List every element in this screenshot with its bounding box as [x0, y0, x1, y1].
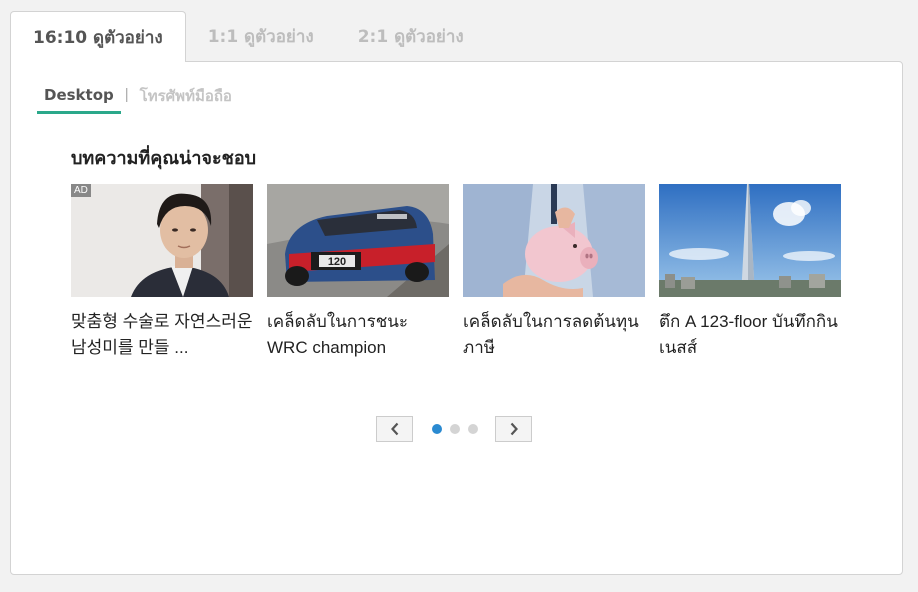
article-thumbnail-man-portrait[interactable]: AD — [71, 184, 253, 297]
article-title[interactable]: 맞춤형 수술로 자연스러운 남성미를 만들 ... — [71, 309, 257, 361]
svg-text:120: 120 — [328, 256, 346, 268]
page-dots — [432, 424, 478, 434]
section-heading: บทความที่คุณน่าจะชอบ — [71, 148, 257, 169]
ad-badge: AD — [71, 184, 91, 197]
article-title[interactable]: เคล็ดลับในการลดต้นทุนภาษี — [463, 309, 649, 361]
article-cards: AD 맞춤형 수술로 자연스러운 남성미를 만들 ... 120 เคล็ดลั… — [71, 184, 855, 361]
tab-16-10[interactable]: 16:10 ดูตัวอย่าง — [10, 11, 186, 62]
article-title[interactable]: เคล็ดลับในการชนะ WRC champion — [267, 309, 453, 361]
carousel-pagination — [376, 416, 532, 442]
page-dot-2[interactable] — [450, 424, 460, 434]
subtab-mobile[interactable]: โทรศัพท์มือถือ — [133, 84, 239, 115]
prev-button[interactable] — [376, 416, 413, 442]
device-tabs: Desktop | โทรศัพท์มือถือ — [37, 84, 239, 115]
article-card[interactable]: เคล็ดลับในการลดต้นทุนภาษี — [463, 184, 645, 361]
subtab-desktop[interactable]: Desktop — [37, 86, 121, 114]
article-card[interactable]: 120 เคล็ดลับในการชนะ WRC champion — [267, 184, 449, 361]
article-thumbnail-skyscraper[interactable] — [659, 184, 841, 297]
page-dot-1[interactable] — [432, 424, 442, 434]
chevron-right-icon — [510, 422, 518, 436]
article-title[interactable]: ตึก A 123-floor บันทึกกินเนสส์ — [659, 309, 845, 361]
next-button[interactable] — [495, 416, 532, 442]
tab-1-1[interactable]: 1:1 ดูตัวอย่าง — [186, 11, 336, 61]
subtab-separator: | — [124, 86, 129, 103]
chevron-left-icon — [390, 422, 398, 436]
tab-2-1[interactable]: 2:1 ดูตัวอย่าง — [336, 11, 486, 61]
article-card[interactable]: ตึก A 123-floor บันทึกกินเนสส์ — [659, 184, 841, 361]
preview-panel: Desktop | โทรศัพท์มือถือ บทความที่คุณน่า… — [10, 61, 903, 575]
article-card[interactable]: AD 맞춤형 수술로 자연스러운 남성미를 만들 ... — [71, 184, 253, 361]
article-thumbnail-piggy-bank[interactable] — [463, 184, 645, 297]
preview-ratio-tabs: 16:10 ดูตัวอย่าง 1:1 ดูตัวอย่าง 2:1 ดูตั… — [10, 11, 486, 62]
page-dot-3[interactable] — [468, 424, 478, 434]
article-thumbnail-rally-car[interactable]: 120 — [267, 184, 449, 297]
